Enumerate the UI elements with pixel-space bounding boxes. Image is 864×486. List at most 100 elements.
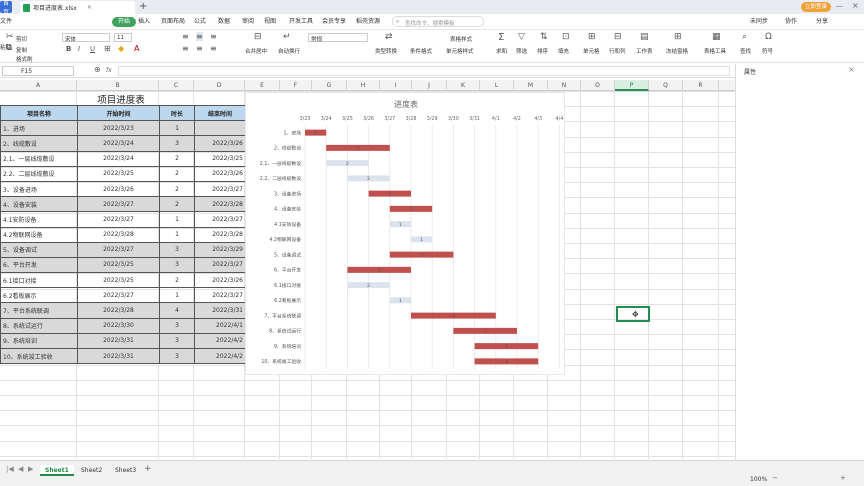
- menu-item[interactable]: 稻壳资源: [356, 17, 380, 27]
- table-cell[interactable]: 10、系统竣工验收: [0, 347, 78, 365]
- selected-cell[interactable]: ✥: [616, 306, 650, 322]
- table-cell[interactable]: 2022/3/27: [194, 211, 246, 228]
- menu-item[interactable]: 页面布局: [161, 17, 185, 27]
- table-cell[interactable]: 2022/3/28: [77, 226, 160, 243]
- freeze-button[interactable]: 冻结窗格: [666, 47, 688, 55]
- file-menu[interactable]: 文件: [0, 17, 12, 27]
- table-header-cell[interactable]: 结束时间: [194, 104, 246, 122]
- table-cell[interactable]: 2.1、一层线缆敷设: [0, 150, 78, 167]
- column-header[interactable]: P: [615, 80, 649, 91]
- find-button[interactable]: 查找: [740, 47, 751, 55]
- table-cell[interactable]: 2022/3/25: [77, 272, 160, 289]
- column-header[interactable]: I: [380, 80, 412, 91]
- table-cell[interactable]: 2022/3/26: [194, 165, 246, 182]
- column-header[interactable]: O: [581, 80, 615, 91]
- sheet-tab[interactable]: Sheet2: [76, 465, 107, 476]
- table-cell[interactable]: 6.1接口对接: [0, 272, 78, 289]
- table-cell[interactable]: 9、系统培训: [0, 332, 78, 350]
- column-header[interactable]: M: [514, 80, 548, 91]
- fill-icon[interactable]: ⊡: [562, 32, 570, 42]
- column-header[interactable]: N: [548, 80, 581, 91]
- convert-icon[interactable]: ⇄: [385, 32, 393, 42]
- merge-button[interactable]: 合并居中: [245, 47, 267, 55]
- column-header[interactable]: L: [480, 80, 514, 91]
- table-cell[interactable]: 3: [159, 332, 195, 350]
- table-header-cell[interactable]: 时长: [159, 104, 195, 122]
- filter-button[interactable]: 筛选: [516, 47, 527, 55]
- table-cell[interactable]: 3: [159, 241, 195, 258]
- table-cell[interactable]: 2022/3/28: [194, 196, 246, 213]
- table-cell[interactable]: 7、平台系统联调: [0, 302, 78, 319]
- scissors-icon[interactable]: ✂: [6, 32, 14, 42]
- add-sheet-icon[interactable]: +: [144, 464, 152, 474]
- worksheet-button[interactable]: 工作表: [636, 47, 653, 55]
- sum-icon[interactable]: Σ: [498, 32, 504, 43]
- menu-item[interactable]: 会员专享: [322, 17, 346, 27]
- number-format-select[interactable]: 常规: [308, 33, 368, 43]
- column-header[interactable]: A: [0, 80, 77, 91]
- table-cell[interactable]: 2022/3/27: [77, 287, 160, 304]
- rowcol-icon[interactable]: ⊟: [614, 32, 622, 42]
- column-header[interactable]: E: [245, 80, 280, 91]
- menu-item[interactable]: 数据: [218, 17, 230, 27]
- table-cell[interactable]: 4.1安防设备: [0, 211, 78, 228]
- first-sheet-icon[interactable]: |◀: [6, 465, 14, 473]
- copy-button[interactable]: 复制: [16, 46, 27, 54]
- column-header[interactable]: K: [447, 80, 480, 91]
- font-size-select[interactable]: 11: [114, 33, 132, 42]
- convert-button[interactable]: 类型转换: [375, 47, 397, 55]
- table-cell[interactable]: 2022/3/27: [77, 196, 160, 213]
- table-cell[interactable]: 1: [159, 287, 195, 304]
- table-cell[interactable]: 5、设备调试: [0, 241, 78, 258]
- font-name-select[interactable]: 宋体: [62, 33, 110, 43]
- gantt-chart[interactable]: 进度表 3/23 3/24 3/25 3/26 3/27 3/28 3/29 3/30 3/31 4…: [245, 92, 565, 375]
- prev-sheet-icon[interactable]: ◀: [18, 465, 23, 473]
- bold-icon[interactable]: B: [66, 45, 71, 53]
- filter-icon[interactable]: ▽: [518, 32, 525, 42]
- freeze-icon[interactable]: ⊞: [674, 32, 682, 42]
- sum-button[interactable]: 求和: [496, 47, 507, 55]
- table-cell[interactable]: 4: [159, 302, 195, 319]
- table-cell[interactable]: 2022/4/2: [194, 347, 246, 365]
- sort-button[interactable]: 排序: [537, 47, 548, 55]
- table-cell[interactable]: 2022/3/25: [77, 256, 160, 274]
- sheet-tab[interactable]: Sheet1: [40, 465, 74, 476]
- font-color-icon[interactable]: A: [134, 44, 139, 53]
- panel-close-icon[interactable]: ×: [848, 65, 855, 74]
- symbol-icon[interactable]: Ω: [765, 32, 772, 42]
- file-tab[interactable]: 项目进度表.xlsx ×: [20, 1, 135, 14]
- table-cell[interactable]: 8、系统试运行: [0, 317, 78, 334]
- paste-button[interactable]: 粘贴: [0, 43, 11, 51]
- table-cell[interactable]: 2022/3/27: [194, 287, 246, 304]
- cond-format-button[interactable]: 条件格式: [410, 47, 432, 55]
- table-cell[interactable]: 2022/3/27: [194, 180, 246, 198]
- home-tab[interactable]: 首页: [0, 0, 12, 16]
- collab-button[interactable]: 协作: [785, 17, 797, 27]
- table-cell[interactable]: 4.2物联网设备: [0, 226, 78, 243]
- table-cell[interactable]: 2.2、二层线缆敷设: [0, 165, 78, 182]
- column-header[interactable]: Q: [649, 80, 683, 91]
- column-header[interactable]: F: [280, 80, 312, 91]
- table-cell[interactable]: 2: [159, 165, 195, 182]
- table-cell[interactable]: 6、平台开发: [0, 256, 78, 274]
- align-right-icon[interactable]: ≡: [210, 44, 217, 53]
- table-cell[interactable]: 3: [159, 135, 195, 152]
- cell-button[interactable]: 单元格: [583, 47, 600, 55]
- table-cell[interactable]: 2022/3/31: [194, 302, 246, 319]
- menu-item[interactable]: 视图: [264, 17, 276, 27]
- table-cell[interactable]: 2022/3/28: [194, 226, 246, 243]
- sort-icon[interactable]: ⇅: [540, 32, 548, 42]
- table-cell[interactable]: 2022/3/24: [77, 135, 160, 152]
- table-cell[interactable]: 1: [159, 120, 195, 137]
- close-icon[interactable]: ×: [87, 4, 92, 11]
- table-cell[interactable]: 2022/3/27: [77, 211, 160, 228]
- table-cell[interactable]: 1: [159, 211, 195, 228]
- table-cell[interactable]: 2: [159, 180, 195, 198]
- table-cell[interactable]: 4、设备安装: [0, 196, 78, 213]
- table-tools-icon[interactable]: ▦: [712, 32, 721, 42]
- zoom-in-icon[interactable]: +: [840, 474, 846, 482]
- zoom-search-icon[interactable]: ⊕: [94, 65, 101, 74]
- border-icon[interactable]: ⊞: [104, 44, 111, 53]
- table-style-button[interactable]: 表格样式: [450, 35, 472, 43]
- wrap-button[interactable]: 自动换行: [278, 47, 300, 55]
